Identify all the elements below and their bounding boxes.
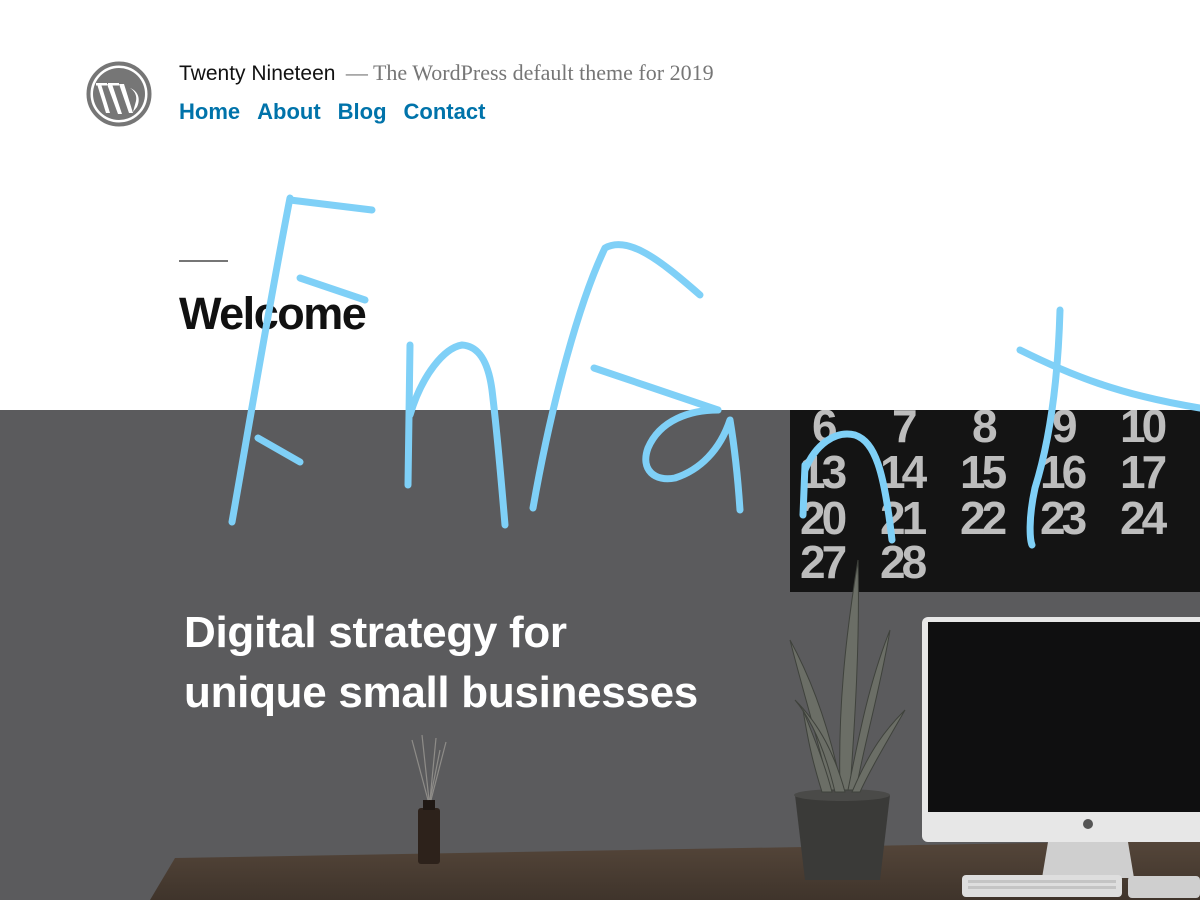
- cover-block: 6 7 8 9 10 13 14 15 16 17 20 21 22 23 24 27 28: [0, 410, 1200, 900]
- calendar-number: 14: [880, 446, 928, 498]
- calendar-number: 15: [960, 446, 1007, 498]
- calendar-number: 13: [800, 446, 846, 498]
- site-branding: Twenty Nineteen — The WordPress default …: [179, 60, 714, 86]
- site-title[interactable]: Twenty Nineteen: [179, 62, 335, 85]
- cover-heading-line-1: Digital strategy for: [184, 608, 567, 657]
- nav-about-link[interactable]: About: [257, 99, 321, 125]
- calendar-number: 16: [1040, 446, 1086, 498]
- site-header: Twenty Nineteen — The WordPress default …: [0, 0, 1200, 410]
- calendar-number: 24: [1120, 492, 1168, 544]
- page: Twenty Nineteen — The WordPress default …: [0, 0, 1200, 900]
- calendar-number: 27: [800, 536, 846, 588]
- nav-home-link[interactable]: Home: [179, 99, 240, 125]
- nav-blog-link[interactable]: Blog: [338, 99, 387, 125]
- title-divider: [179, 260, 228, 262]
- calendar-number: 17: [1120, 446, 1166, 498]
- calendar-number: 28: [880, 536, 927, 588]
- calendar-number: 22: [960, 492, 1006, 544]
- nav-contact-link[interactable]: Contact: [404, 99, 486, 125]
- main-navigation: Home About Blog Contact: [179, 99, 485, 125]
- page-title: Welcome: [179, 288, 367, 339]
- site-tagline: — The WordPress default theme for 2019: [345, 60, 714, 85]
- cover-heading-line-2: unique small businesses: [184, 668, 698, 717]
- calendar-number: 23: [1040, 492, 1086, 544]
- wordpress-logo-icon[interactable]: [86, 61, 152, 127]
- cover-heading: Digital strategy for unique small busine…: [184, 603, 698, 723]
